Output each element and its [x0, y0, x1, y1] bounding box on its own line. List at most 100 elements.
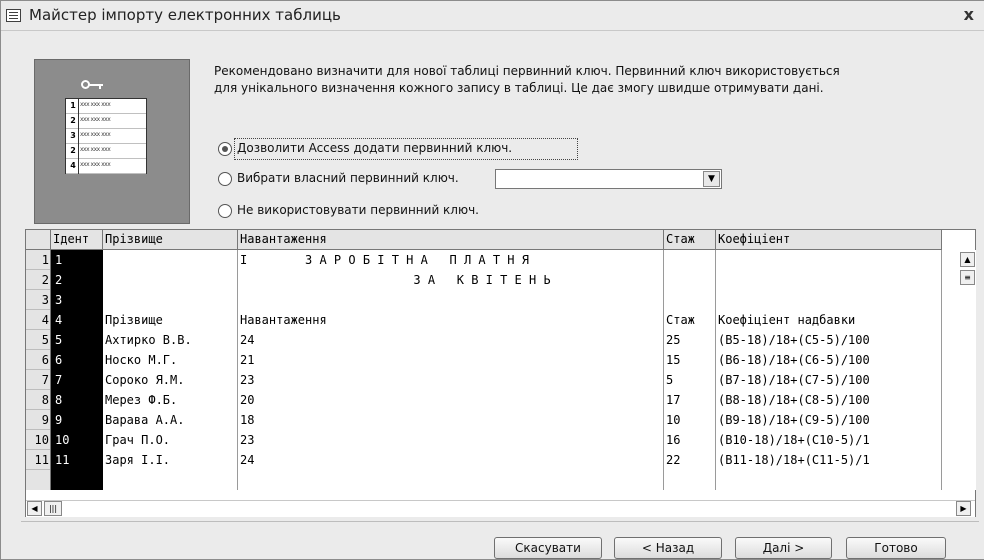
table-cell: Стаж [666, 313, 695, 327]
table-cell: 20 [240, 393, 255, 407]
table-cell: 11 [55, 453, 70, 467]
table-cell: Коефіціент надбавки [718, 313, 856, 327]
table-cell: (B9-18)/18+(C9-5)/100 [718, 413, 870, 427]
table-cell: 6 [55, 353, 63, 367]
option-label: Не використовувати первинний ключ. [237, 203, 479, 217]
column-header[interactable]: Прізвище [103, 230, 238, 250]
column-header[interactable]: Навантаження [238, 230, 664, 250]
mini-table-row: 3 xxx xxx xxx [66, 129, 146, 144]
row-number[interactable]: 6 [26, 350, 50, 370]
table-cell: 4 [55, 313, 63, 327]
radio-button[interactable] [218, 204, 232, 218]
key-icon [81, 79, 111, 91]
table-cell: Заря І.І. [105, 453, 171, 467]
table-cell: З А К В І Т Е Н Ь [240, 273, 551, 287]
primary-key-illustration: 1 xxx xxx xxx 2 xxx xxx xxx 3 xxx xxx xxx 2 xxx… [34, 59, 190, 224]
scroll-up-icon[interactable]: ▲ [960, 252, 975, 267]
table-cell: І З А Р О Б І Т Н А П Л А Т Н Я [240, 253, 529, 267]
table-cell: (B11-18)/18+(C11-5)/1 [718, 453, 870, 467]
row-number-column: 1 2 3 4 5 6 7 8 9 10 11 [26, 250, 51, 490]
row-number[interactable]: 9 [26, 410, 50, 430]
cancel-button[interactable]: Скасувати [494, 537, 602, 559]
table-cell: Грач П.О. [105, 433, 171, 447]
row-number[interactable]: 10 [26, 430, 50, 450]
row-number[interactable]: 1 [26, 250, 50, 270]
option-label: Дозволити Access додати первинний ключ. [237, 141, 513, 155]
import-wizard-window: Майстер імпорту електронних таблиць x 1x… [0, 0, 984, 560]
corner-cell [26, 230, 51, 250]
table-cell: 22 [666, 453, 681, 467]
back-button[interactable]: < Назад [614, 537, 722, 559]
row-number[interactable]: 3 [26, 290, 50, 310]
table-cell: 3 [55, 293, 63, 307]
table-cell: 1 [55, 253, 63, 267]
column-header[interactable]: Стаж [664, 230, 716, 250]
scroll-thumb[interactable]: ≡ [960, 270, 975, 285]
horizontal-scrollbar[interactable]: ◀ ||| ▶ [26, 500, 975, 517]
table-cell [666, 270, 714, 290]
table-cell: 8 [55, 393, 63, 407]
vertical-scrollbar[interactable]: ▲ ≡ [959, 250, 976, 490]
table-cell: 7 [55, 373, 63, 387]
table-cell: (B8-18)/18+(C8-5)/100 [718, 393, 870, 407]
scroll-left-icon[interactable]: ◀ [27, 501, 42, 516]
table-cell: Носко М.Г. [105, 353, 178, 367]
scroll-right-icon[interactable]: ▶ [956, 501, 971, 516]
table-cell: 16 [666, 433, 681, 447]
row-number[interactable]: 4 [26, 310, 50, 330]
key-field-dropdown[interactable]: ▼ [495, 169, 722, 189]
table-cell: 24 [240, 453, 255, 467]
table-cell [718, 250, 940, 270]
finish-button[interactable]: Готово [846, 537, 946, 559]
row-number[interactable]: 7 [26, 370, 50, 390]
table-cell [105, 270, 237, 290]
table-cell: 18 [240, 413, 255, 427]
intro-text: Рекомендовано визначити для нової таблиц… [214, 64, 840, 95]
button-separator [21, 521, 979, 522]
table-cell: Прізвище [105, 313, 163, 327]
next-button[interactable]: Далі > [735, 537, 832, 559]
table-cell: (B5-18)/18+(C5-5)/100 [718, 333, 870, 347]
table-cell [666, 290, 714, 310]
table-cell [718, 290, 940, 310]
mini-table-row: 2 xxx xxx xxx [66, 114, 146, 129]
table-cell: Навантаження [240, 313, 327, 327]
option-label: Вибрати власний первинний ключ. [237, 171, 459, 185]
radio-button[interactable] [218, 172, 232, 186]
table-cell: 15 [666, 353, 681, 367]
table-icon [6, 9, 21, 22]
table-cell: 24 [240, 333, 255, 347]
row-number[interactable]: 5 [26, 330, 50, 350]
table-cell: (B7-18)/18+(C7-5)/100 [718, 373, 870, 387]
title-bar: Майстер імпорту електронних таблиць x [1, 1, 984, 31]
mini-table-row: 2 xxx xxx xxx [66, 144, 146, 159]
table-cell: 25 [666, 333, 681, 347]
row-number[interactable]: 8 [26, 390, 50, 410]
radio-button[interactable] [218, 142, 232, 156]
table-cell [105, 290, 237, 310]
table-illustration-icon: 1 xxx xxx xxx 2 xxx xxx xxx 3 xxx xxx xxx 2 xxx… [65, 98, 147, 174]
mini-table-row: 1 xxx xxx xxx [66, 99, 146, 114]
table-cell: 2 [55, 273, 63, 287]
data-preview-grid[interactable]: Ідент Прізвище Навантаження Стаж Коефіці… [25, 229, 976, 517]
table-cell [666, 250, 714, 270]
column-header[interactable]: Ідент [51, 230, 103, 250]
column-header[interactable]: Коефіціент [716, 230, 942, 250]
table-cell: 17 [666, 393, 681, 407]
row-number[interactable]: 11 [26, 450, 50, 470]
table-cell: 5 [55, 333, 63, 347]
row-number[interactable]: 2 [26, 270, 50, 290]
scroll-thumb[interactable]: ||| [44, 501, 62, 516]
close-icon[interactable]: x [964, 5, 974, 24]
table-cell: 21 [240, 353, 255, 367]
mini-table-row: 4 xxx xxx xxx [66, 159, 146, 174]
window-title: Майстер імпорту електронних таблиць [29, 6, 341, 24]
table-cell: 10 [666, 413, 681, 427]
table-cell: Сороко Я.М. [105, 373, 185, 387]
table-cell: Варава А.А. [105, 413, 185, 427]
table-cell: (B10-18)/18+(C10-5)/1 [718, 433, 870, 447]
table-cell: Мерез Ф.Б. [105, 393, 178, 407]
table-cell [240, 290, 662, 310]
chevron-down-icon[interactable]: ▼ [703, 171, 720, 187]
table-cell: Ахтирко В.В. [105, 333, 192, 347]
